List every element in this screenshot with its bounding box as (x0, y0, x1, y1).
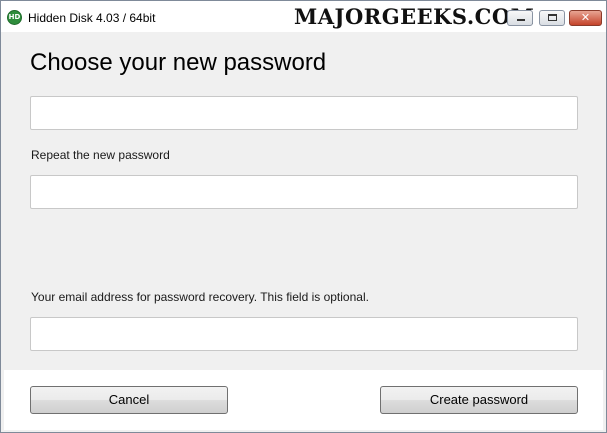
hidden-disk-app-icon: HD (7, 10, 22, 25)
app-window: HD Hidden Disk 4.03 / 64bit MAJORGEEKS.C… (0, 0, 607, 433)
cancel-button[interactable]: Cancel (30, 386, 228, 414)
new-password-field[interactable] (30, 96, 578, 130)
title-bar[interactable]: HD Hidden Disk 4.03 / 64bit MAJORGEEKS.C… (1, 1, 606, 32)
minimize-button[interactable] (507, 10, 533, 26)
email-label: Your email address for password recovery… (31, 290, 369, 304)
email-field[interactable] (30, 317, 578, 351)
repeat-password-label: Repeat the new password (31, 148, 170, 162)
repeat-password-field[interactable] (30, 175, 578, 209)
window-title: Hidden Disk 4.03 / 64bit (28, 11, 156, 25)
create-password-button[interactable]: Create password (380, 386, 578, 414)
close-button[interactable]: ✕ (569, 10, 602, 26)
majorgeeks-watermark: MAJORGEEKS.COM (294, 4, 535, 29)
page-title: Choose your new password (30, 49, 327, 76)
maximize-icon (548, 14, 557, 21)
password-form: Choose your new password Repeat the new … (4, 32, 603, 370)
close-icon: ✕ (580, 11, 591, 24)
minimize-icon (517, 19, 525, 21)
button-bar: Cancel Create password (4, 370, 603, 430)
maximize-button[interactable] (539, 10, 565, 26)
